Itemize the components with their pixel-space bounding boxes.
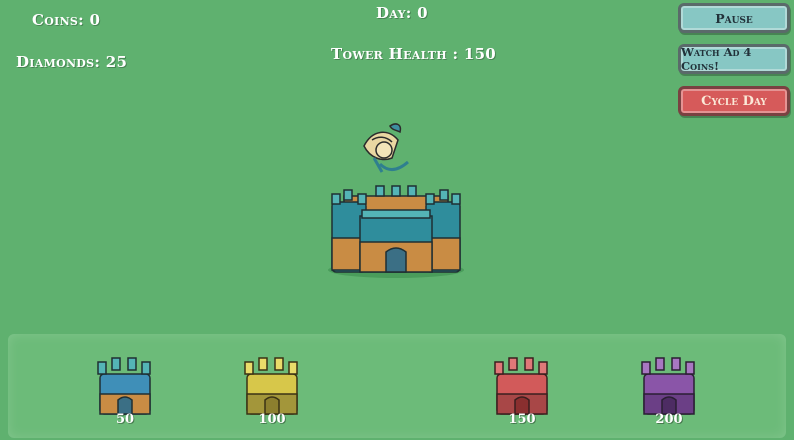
tower-health-label: Tower Health : 150 <box>331 45 497 63</box>
shop-item-price: 200 <box>655 412 683 427</box>
day-counter: Day: 0 <box>376 4 428 22</box>
purple-tower-icon <box>641 357 695 415</box>
yellow-tower-icon <box>244 357 298 415</box>
pause-button[interactable]: Pause <box>678 3 790 33</box>
cycle-day-button[interactable]: Cycle Day <box>678 86 790 116</box>
blue-tower-icon <box>97 357 151 415</box>
watch-ad-button[interactable]: Watch Ad 4 Coins! <box>678 44 790 74</box>
coins-counter: Coins: 0 <box>32 11 101 29</box>
shop-item-price: 100 <box>258 412 286 427</box>
shop-item-price: 50 <box>115 412 135 427</box>
diamonds-counter: Diamonds: 25 <box>16 53 128 71</box>
shop-item-price: 150 <box>508 412 536 427</box>
archer-icon <box>363 123 409 173</box>
main-tower <box>328 185 464 278</box>
shop-item-purple-tower[interactable]: 200 <box>634 356 704 436</box>
red-tower-icon <box>494 357 548 415</box>
shop-item-blue-tower[interactable]: 50 <box>90 356 160 436</box>
shop-item-red-tower[interactable]: 150 <box>487 356 557 436</box>
shop-item-yellow-tower[interactable]: 100 <box>237 356 307 436</box>
